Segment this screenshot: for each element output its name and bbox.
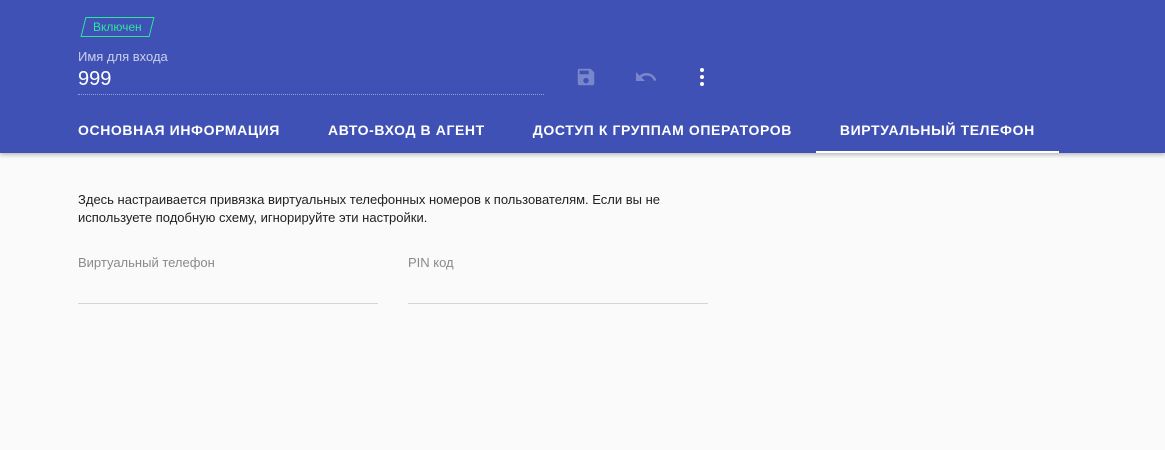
tab-main-info[interactable]: ОСНОВНАЯ ИНФОРМАЦИЯ bbox=[54, 108, 304, 153]
pin-field: PIN код bbox=[408, 255, 708, 304]
tab-bar: ОСНОВНАЯ ИНФОРМАЦИЯ АВТО-ВХОД В АГЕНТ ДО… bbox=[54, 108, 1059, 153]
tab-auto-login[interactable]: АВТО-ВХОД В АГЕНТ bbox=[304, 108, 509, 153]
app-header: Включен Имя для входа 999 ОСНОВНАЯ ИНФОР… bbox=[0, 0, 1165, 153]
undo-button[interactable] bbox=[633, 64, 659, 90]
more-options-button[interactable] bbox=[689, 64, 715, 90]
virtual-phone-input[interactable] bbox=[78, 278, 378, 304]
pin-input[interactable] bbox=[408, 278, 708, 304]
login-label: Имя для входа bbox=[78, 49, 168, 64]
tab-operator-groups[interactable]: ДОСТУП К ГРУППАМ ОПЕРАТОРОВ bbox=[509, 108, 816, 153]
undo-icon bbox=[636, 72, 657, 81]
save-button[interactable] bbox=[573, 64, 599, 90]
section-description: Здесь настраивается привязка виртуальных… bbox=[78, 192, 661, 225]
virtual-phone-field: Виртуальный телефон bbox=[78, 255, 378, 304]
more-vert-icon bbox=[700, 68, 704, 86]
login-field[interactable]: 999 bbox=[78, 66, 544, 95]
save-icon bbox=[577, 68, 595, 86]
tab-virtual-phone[interactable]: ВИРТУАЛЬНЫЙ ТЕЛЕФОН bbox=[815, 108, 1059, 153]
pin-label: PIN код bbox=[408, 255, 454, 270]
status-badge: Включен bbox=[80, 17, 155, 37]
status-badge-label: Включен bbox=[93, 20, 142, 34]
virtual-phone-label: Виртуальный телефон bbox=[78, 255, 215, 270]
